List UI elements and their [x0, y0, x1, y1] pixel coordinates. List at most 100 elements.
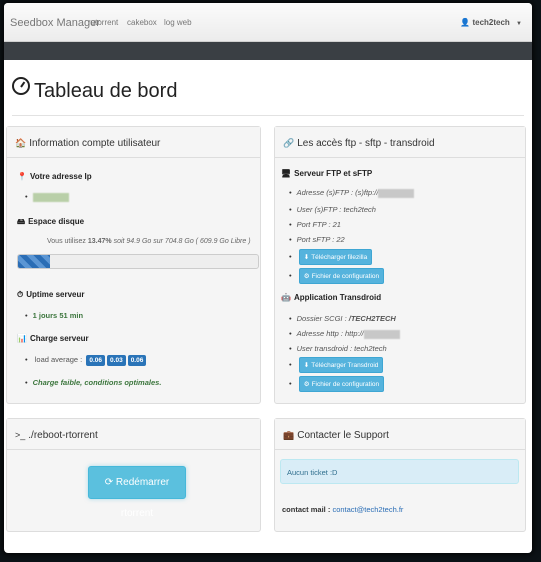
disk-text-prefix: Vous utilisez	[47, 238, 86, 245]
page-title: Tableau de bord	[12, 77, 177, 103]
contact-label: contact mail :	[282, 505, 331, 514]
panel-header: 💼 Contacter le Support	[275, 419, 525, 450]
http-address: Adresse http : http://	[289, 329, 400, 339]
transdroid-heading: 🤖 Application Transdroid	[281, 293, 381, 302]
download-filezilla-button[interactable]: ⬇ Télécharger filezilla	[298, 249, 373, 265]
link-icon: 🔗	[283, 138, 295, 148]
support-panel: 💼 Contacter le Support Aucun ticket :D co…	[274, 418, 526, 532]
redacted-ftp-host	[378, 188, 415, 198]
access-panel: 🔗 Les accès ftp - sftp - transdroid 🖥 Serv…	[274, 126, 526, 404]
transdroid-header: Application Transdroid	[293, 293, 382, 302]
nav-link-cakebox[interactable]: cakebox	[127, 18, 157, 27]
terminal-icon: >_	[15, 430, 26, 440]
filezilla-item: ⬇Télécharger filezilla	[289, 249, 373, 265]
ip-value	[25, 192, 69, 202]
scgi-item: Dossier SCGI : /TECH2TECH	[289, 314, 396, 323]
nav-link-rutorrent[interactable]: rutorrent	[88, 18, 118, 27]
reboot-panel: >_ ./reboot-rtorrent ⟳ Redémarrer rtorren…	[6, 418, 261, 532]
ticket-alert: Aucun ticket :D	[280, 459, 519, 484]
download-filezilla-label: Télécharger filezilla	[311, 254, 368, 261]
config2-item: ⚙Fichier de configuration	[289, 376, 385, 392]
map-marker-icon: 📍	[17, 172, 27, 181]
account-info-panel: 🏠 Information compte utilisateur 📍 Votre a…	[6, 126, 261, 404]
cog-icon: ⚙	[303, 381, 310, 388]
bar-chart-icon: 📊	[17, 334, 27, 343]
uptime-label: Uptime serveur	[26, 290, 85, 299]
transdroid-download-item: ⬇Télécharger Transdroid	[289, 357, 384, 373]
hdd-icon: 🖴	[17, 217, 26, 226]
page-title-text: Tableau de bord	[34, 80, 178, 102]
ip-heading: 📍 Votre adresse Ip	[17, 172, 92, 181]
uptime-heading: ⏱ Uptime serveur	[17, 290, 85, 300]
ftp-port: Port FTP : 21	[289, 220, 341, 229]
disk-text-suffix: soit 94.9 Go sur 704.8 Go ( 609.9 Go Lib…	[113, 238, 251, 245]
disk-usage-text: Vous utilisez 13.47% soit 94.9 Go sur 70…	[47, 238, 251, 245]
redacted-ip	[32, 192, 69, 202]
config1-item: ⚙Fichier de configuration	[289, 268, 385, 284]
load-badge-2: 0.03	[107, 355, 126, 366]
load-badge-1: 0.06	[86, 355, 106, 366]
header-band	[4, 42, 532, 60]
user-icon: 👤	[460, 18, 471, 27]
load-heading: 📊 Charge serveur	[17, 334, 89, 343]
config-file-button-transdroid[interactable]: ⚙ Fichier de configuration	[298, 376, 385, 392]
brand-link[interactable]: Seedbox Manager	[10, 17, 100, 29]
panel-header: 🔗 Les accès ftp - sftp - transdroid	[275, 127, 525, 158]
caret-down-icon: ▼	[516, 21, 522, 27]
disk-progress-bar	[17, 254, 259, 269]
panel-title: Contacter le Support	[297, 430, 389, 441]
config-file-label-transdroid: Fichier de configuration	[311, 381, 380, 388]
uptime-value: 1 jours 51 min	[32, 311, 84, 320]
panel-header: >_ ./reboot-rtorrent	[7, 419, 260, 450]
config-file-label-ftp: Fichier de configuration	[311, 273, 380, 280]
divider	[12, 115, 524, 116]
username: tech2tech	[472, 18, 510, 27]
panel-title: Les accès ftp - sftp - transdroid	[297, 138, 435, 149]
contact-line: contact mail : contact@tech2tech.fr	[282, 505, 403, 514]
cog-icon: ⚙	[303, 273, 310, 280]
download-transdroid-label: Télécharger Transdroid	[311, 362, 379, 369]
restart-label: Redémarrer rtorrent	[115, 477, 170, 519]
load-status: Charge faible, conditions optimales.	[32, 378, 162, 387]
scgi-label: Dossier SCGI :	[296, 314, 347, 323]
panel-title: Information compte utilisateur	[29, 138, 161, 149]
load-label: Charge serveur	[29, 334, 89, 343]
briefcase-icon: 💼	[283, 430, 295, 440]
ip-label: Votre adresse Ip	[29, 172, 92, 181]
download-transdroid-button[interactable]: ⬇ Télécharger Transdroid	[298, 357, 384, 373]
transdroid-user: User transdroid : tech2tech	[289, 344, 387, 353]
restart-rtorrent-button[interactable]: ⟳ Redémarrer rtorrent	[88, 466, 186, 519]
ftp-header: Serveur FTP et sFTP	[294, 169, 373, 178]
app-window: Seedbox Manager rutorrent cakebox log we…	[4, 3, 532, 553]
load-item: load average : 0.060.030.06	[25, 355, 147, 366]
uptime-item: 1 jours 51 min	[25, 311, 83, 320]
redacted-http-host	[363, 329, 400, 339]
disk-percent: 13.47%	[87, 238, 112, 245]
download-icon: ⬇	[303, 362, 310, 369]
monitor-icon: 🖥	[281, 169, 292, 178]
config-file-button-ftp[interactable]: ⚙ Fichier de configuration	[298, 268, 385, 284]
load-badge-3: 0.06	[127, 355, 147, 366]
clock-icon: ⏱	[17, 290, 24, 299]
sftp-port: Port sFTP : 22	[289, 235, 345, 244]
user-menu[interactable]: 👤 tech2tech ▼	[460, 18, 522, 27]
ftp-address: Adresse (s)FTP : (s)ftp://	[289, 188, 415, 198]
panel-title: ./reboot-rtorrent	[28, 430, 98, 441]
disk-heading: 🖴 Espace disque	[17, 216, 84, 230]
dashboard-icon	[12, 77, 30, 95]
download-icon: ⬇	[303, 254, 310, 261]
contact-email-link[interactable]: contact@tech2tech.fr	[332, 505, 403, 514]
ftp-heading: 🖥 Serveur FTP et sFTP	[281, 169, 372, 178]
panel-header: 🏠 Information compte utilisateur	[7, 127, 260, 158]
ftp-address-text: Adresse (s)FTP : (s)ftp://	[296, 188, 379, 197]
http-address-text: Adresse http : http://	[296, 329, 364, 338]
load-status-item: Charge faible, conditions optimales.	[25, 378, 162, 387]
disk-progress-fill	[18, 255, 51, 268]
ftp-user: User (s)FTP : tech2tech	[289, 205, 376, 214]
home-icon: 🏠	[15, 138, 27, 148]
load-text: load average :	[34, 355, 83, 364]
disk-label: Espace disque	[28, 217, 85, 226]
top-navbar: Seedbox Manager rutorrent cakebox log we…	[4, 3, 532, 42]
nav-link-logweb[interactable]: log web	[164, 18, 192, 27]
refresh-icon: ⟳	[104, 477, 114, 488]
